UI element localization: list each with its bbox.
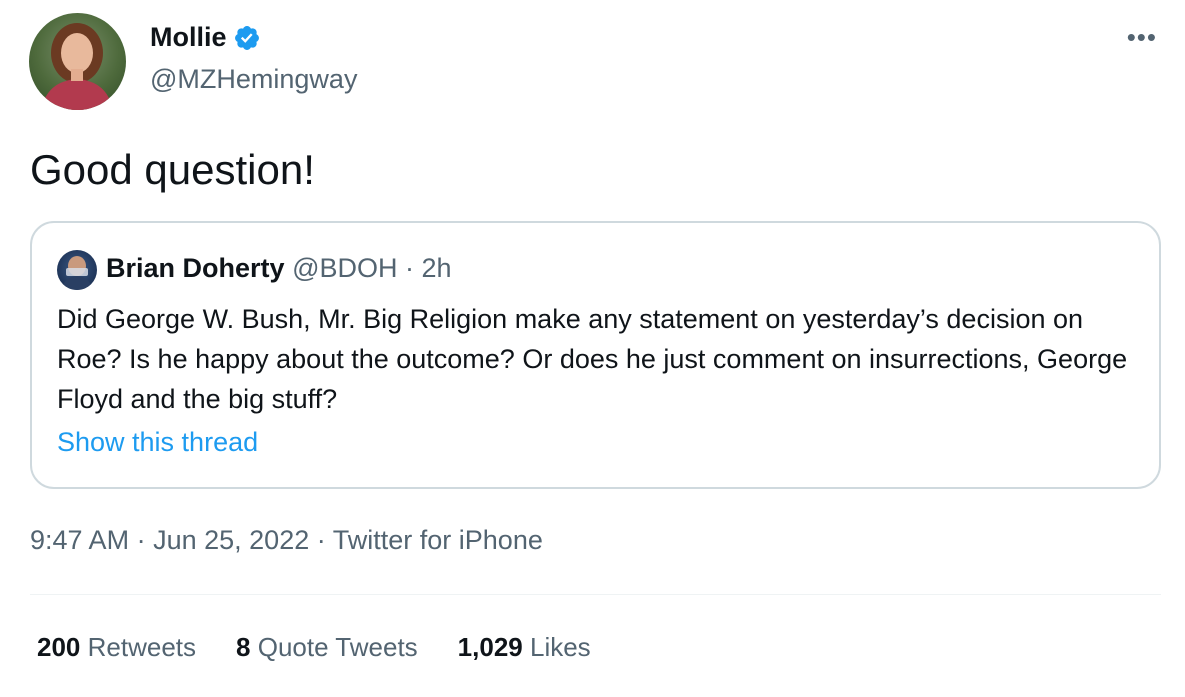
retweets-label: Retweets bbox=[87, 632, 197, 662]
meta-separator: · bbox=[316, 525, 326, 555]
tweet-meta: 9:47 AM · Jun 25, 2022 · Twitter for iPh… bbox=[30, 525, 543, 556]
likes-stat[interactable]: 1,029 Likes bbox=[458, 632, 591, 663]
quoted-tweet-header: Brian Doherty @BDOH · 2h bbox=[106, 253, 452, 284]
tweet-source[interactable]: Twitter for iPhone bbox=[333, 525, 543, 555]
verified-badge-icon bbox=[233, 24, 261, 52]
divider bbox=[30, 594, 1161, 595]
quoted-author-avatar bbox=[57, 250, 97, 290]
quote-tweets-stat[interactable]: 8 Quote Tweets bbox=[236, 632, 418, 663]
engagement-stats: 200 Retweets 8 Quote Tweets 1,029 Likes bbox=[37, 632, 591, 663]
avatar[interactable] bbox=[29, 13, 126, 110]
tweet: Mollie @MZHemingway ••• Good question! B… bbox=[0, 0, 1185, 697]
likes-count: 1,029 bbox=[457, 632, 523, 662]
meta-separator: · bbox=[136, 525, 146, 555]
retweets-count: 200 bbox=[37, 632, 81, 662]
author-name-row[interactable]: Mollie bbox=[150, 22, 261, 53]
quoted-author-name: Brian Doherty bbox=[106, 253, 285, 283]
quoted-tweet-card[interactable]: Brian Doherty @BDOH · 2h Did George W. B… bbox=[30, 221, 1161, 489]
quoted-separator: · bbox=[405, 253, 414, 283]
quoted-author-handle: @BDOH bbox=[292, 253, 398, 283]
quoted-tweet-age: 2h bbox=[421, 253, 452, 283]
show-thread-link[interactable]: Show this thread bbox=[57, 427, 258, 458]
author-handle[interactable]: @MZHemingway bbox=[150, 64, 357, 95]
tweet-date[interactable]: Jun 25, 2022 bbox=[153, 525, 309, 555]
tweet-time[interactable]: 9:47 AM bbox=[30, 525, 129, 555]
quote-tweets-label: Quote Tweets bbox=[257, 632, 418, 662]
quoted-tweet-text: Did George W. Bush, Mr. Big Religion mak… bbox=[57, 304, 1128, 414]
retweets-stat[interactable]: 200 Retweets bbox=[37, 632, 196, 663]
tweet-text: Good question! bbox=[30, 146, 315, 193]
quote-tweets-count: 8 bbox=[236, 632, 251, 662]
likes-label: Likes bbox=[529, 632, 591, 662]
author-display-name[interactable]: Mollie bbox=[150, 22, 227, 53]
more-options-button[interactable]: ••• bbox=[1127, 24, 1157, 50]
